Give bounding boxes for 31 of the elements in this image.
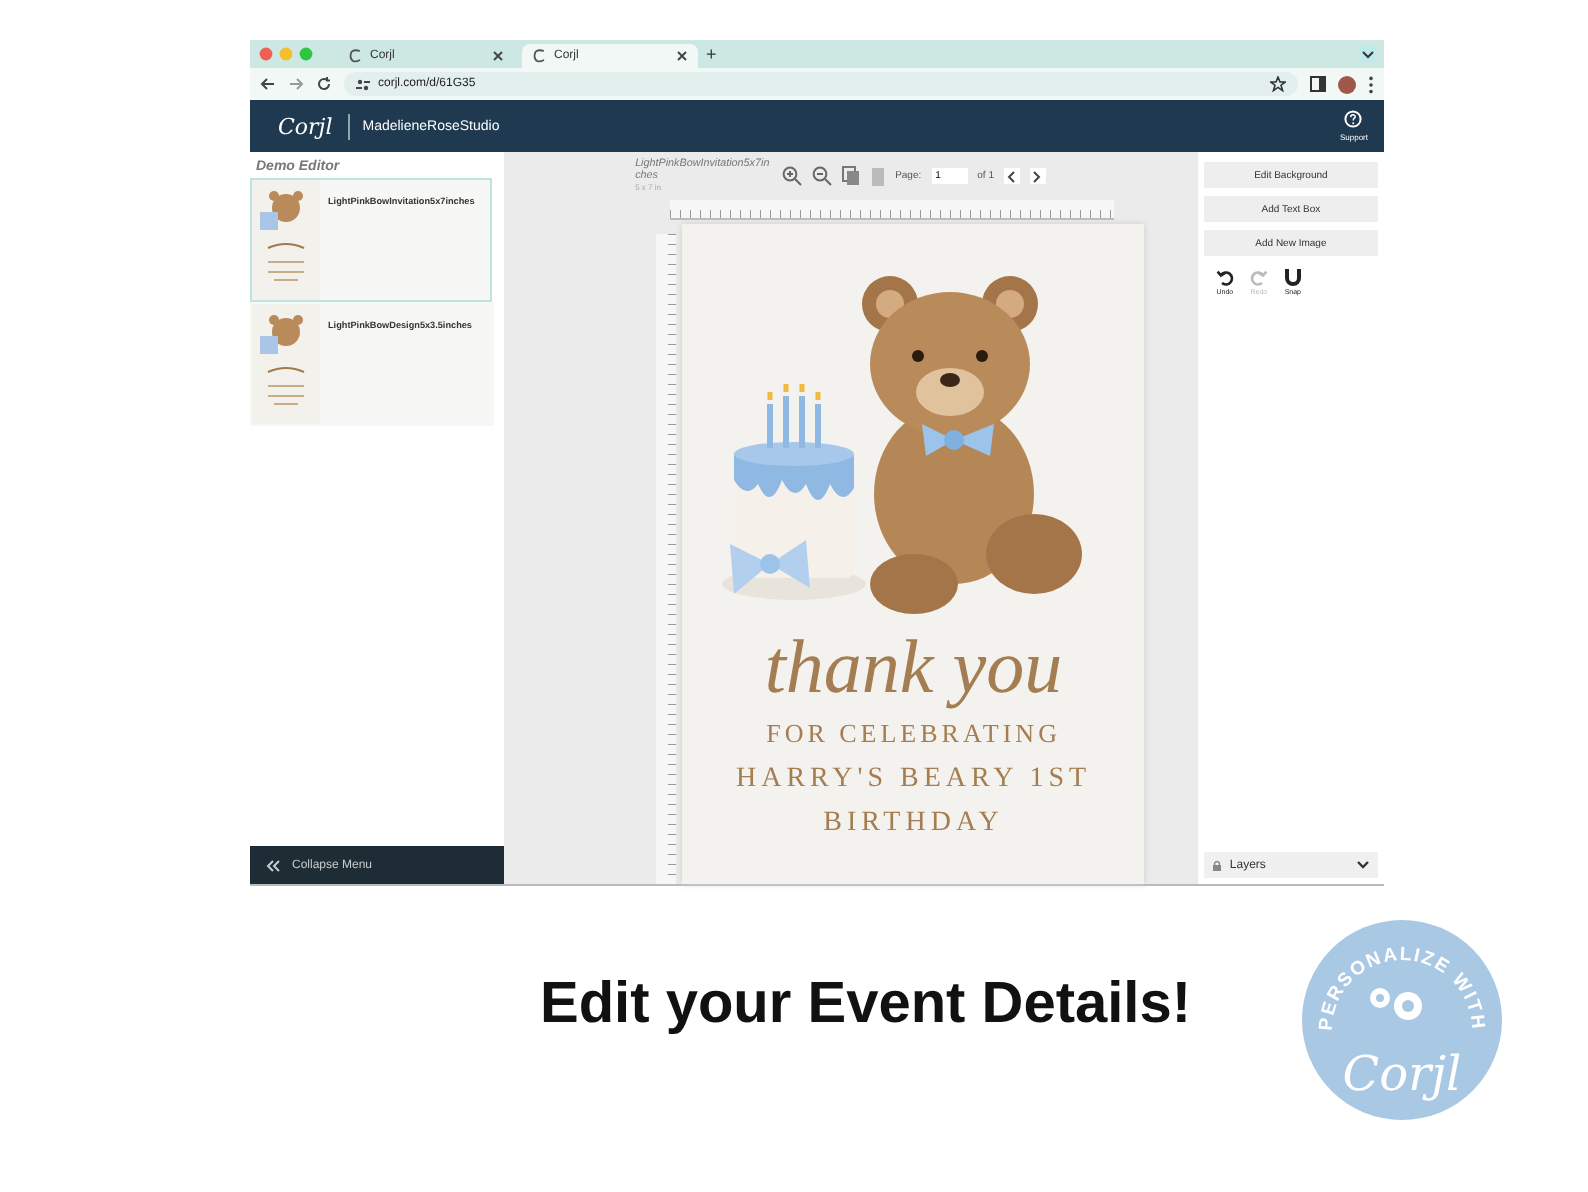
dropdown-icon[interactable]: [1360, 46, 1376, 62]
undo-icon: [1215, 268, 1234, 286]
back-icon[interactable]: [260, 76, 276, 92]
star-icon[interactable]: [1270, 76, 1286, 92]
card-thumbnail-drawing: [252, 304, 320, 424]
logo-icon: [532, 48, 546, 64]
magnet-icon: [1283, 268, 1302, 286]
more-icon[interactable]: [1368, 75, 1374, 93]
site-settings-icon[interactable]: [356, 77, 370, 91]
next-page-button[interactable]: [1029, 168, 1046, 184]
help-icon: [1344, 110, 1363, 128]
previous-page-button[interactable]: [1003, 168, 1020, 184]
reload-icon[interactable]: [316, 76, 332, 92]
close-icon[interactable]: [676, 50, 688, 62]
logo-icon: [348, 48, 362, 64]
double-chevron-icon: [266, 859, 280, 871]
card-thumbnail-drawing: [252, 180, 320, 300]
close-icon[interactable]: [492, 50, 504, 62]
avatar-icon[interactable]: [1338, 75, 1356, 93]
chevron-down-icon: [1355, 860, 1370, 870]
forward-icon[interactable]: [288, 76, 304, 92]
sidebar-icon[interactable]: [1310, 76, 1326, 92]
new-tab-button[interactable]: +: [706, 44, 717, 64]
copy-icon[interactable]: [841, 166, 860, 186]
zoom-out-icon[interactable]: [811, 166, 832, 186]
window-controls-icon[interactable]: [258, 46, 318, 62]
logo[interactable]: Corjl: [278, 113, 351, 139]
zoom-in-icon[interactable]: [781, 166, 802, 186]
redo-icon: [1249, 268, 1268, 286]
lock-icon: [1211, 859, 1222, 871]
caption: Edit your Event Details!: [540, 971, 1192, 1037]
